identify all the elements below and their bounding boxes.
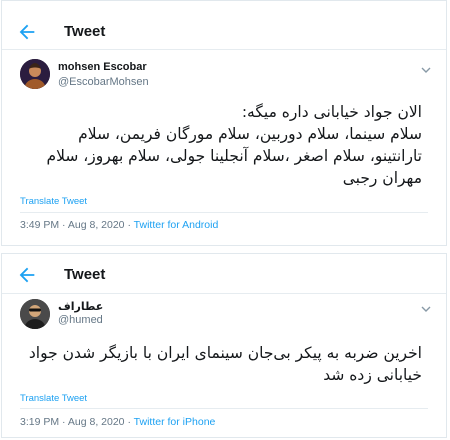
- author-handle[interactable]: @humed: [58, 314, 103, 326]
- header-title: Tweet: [64, 23, 106, 40]
- meta-divider: [20, 212, 428, 213]
- tweet-text-line: اخرین ضربه به پیکر بی‌جان سینمای ایران ب…: [28, 344, 422, 362]
- avatar-image: [20, 299, 50, 329]
- tweet-panel: Tweet عطاراف @humed اخرین ضربه به پیکر ب…: [1, 253, 447, 438]
- tweet-date[interactable]: Aug 8, 2020: [68, 219, 125, 231]
- tweet-meta: 3:49 PM · Aug 8, 2020 · Twitter for Andr…: [20, 219, 218, 231]
- arrow-left-icon: [19, 267, 35, 283]
- header-divider: [2, 49, 446, 50]
- tweet-source-link[interactable]: Twitter for iPhone: [134, 416, 216, 428]
- chevron-down-icon: [421, 306, 431, 312]
- back-button[interactable]: [16, 21, 38, 43]
- translate-tweet-link[interactable]: Translate Tweet: [20, 196, 87, 207]
- meta-divider: [20, 408, 428, 409]
- tweet-time[interactable]: 3:19 PM: [20, 416, 59, 428]
- avatar-image: [20, 59, 50, 89]
- tweet-text: اخرین ضربه به پیکر بی‌جان سینمای ایران ب…: [12, 342, 422, 386]
- tweet-text-line: مهران رجبی: [342, 169, 422, 187]
- back-button[interactable]: [16, 264, 38, 286]
- tweet-text-line: الان جواد خیابانی داره میگه:: [241, 103, 422, 121]
- tweet-time[interactable]: 3:49 PM: [20, 219, 59, 231]
- tweet-text: الان جواد خیابانی داره میگه: سلام سینما،…: [22, 101, 422, 189]
- header-title: Tweet: [64, 266, 106, 283]
- author-handle[interactable]: @EscobarMohsen: [58, 76, 149, 88]
- tweet-text-line: تارانتینو، سلام اصغر ،سلام آنجلینا جولی،…: [46, 147, 422, 165]
- tweet-text-line: سلام سینما، سلام دوربین، سلام مورگان فری…: [78, 125, 422, 143]
- meta-separator: ·: [62, 416, 66, 428]
- translate-tweet-link[interactable]: Translate Tweet: [20, 393, 87, 404]
- more-options-button[interactable]: [420, 63, 432, 75]
- meta-separator: ·: [127, 416, 131, 428]
- meta-separator: ·: [127, 219, 131, 231]
- avatar[interactable]: [20, 59, 50, 89]
- meta-separator: ·: [62, 219, 66, 231]
- chevron-down-icon: [421, 67, 431, 73]
- avatar[interactable]: [20, 299, 50, 329]
- tweet-text-line: خیابانی زده شد: [323, 366, 422, 384]
- author-name[interactable]: عطاراف: [58, 300, 103, 313]
- tweet-header: Tweet: [2, 254, 446, 294]
- author-name[interactable]: mohsen Escobar: [58, 61, 147, 73]
- tweet-source-link[interactable]: Twitter for Android: [134, 219, 219, 231]
- arrow-left-icon: [19, 24, 35, 40]
- tweet-meta: 3:19 PM · Aug 8, 2020 · Twitter for iPho…: [20, 416, 215, 428]
- tweet-date[interactable]: Aug 8, 2020: [68, 416, 125, 428]
- tweet-panel: Tweet mohsen Escobar @EscobarMohsen الان…: [1, 0, 447, 246]
- tweet-header: Tweet: [2, 11, 446, 51]
- more-options-button[interactable]: [420, 302, 432, 314]
